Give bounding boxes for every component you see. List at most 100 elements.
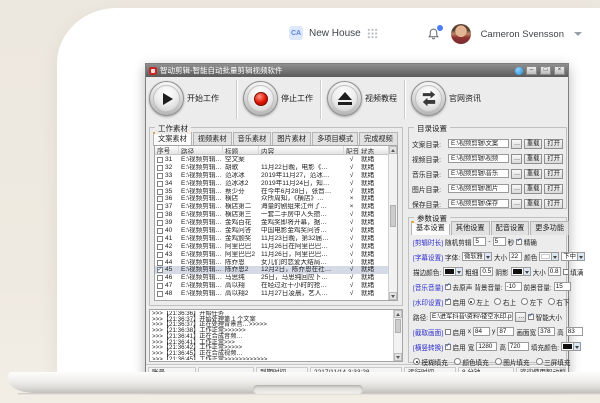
scroll-down-button[interactable] bbox=[389, 292, 397, 300]
row-checkbox[interactable] bbox=[157, 228, 163, 234]
params-tab[interactable]: 配音设置 bbox=[491, 221, 530, 235]
font-color-select[interactable] bbox=[539, 252, 559, 261]
table-scrollbar[interactable] bbox=[388, 146, 397, 300]
table-row[interactable]: 41 E:\视频剪辑… 金鸡颁奖 11月23日晚，第32届… √ 就绪 bbox=[155, 235, 388, 243]
video-tutorial-button[interactable]: 视频教程 bbox=[327, 81, 397, 116]
watermark-path-input[interactable]: E:\进军抖音\资料\镂空水印.png bbox=[430, 312, 513, 321]
convert-width-input[interactable]: 1280 bbox=[476, 342, 497, 351]
apps-grid-icon[interactable] bbox=[367, 28, 378, 39]
materials-tab[interactable]: 音乐素材 bbox=[233, 132, 272, 146]
table-row[interactable]: 31 E:\视频剪辑… 空文案 √ 就绪 bbox=[155, 156, 388, 164]
row-checkbox[interactable] bbox=[157, 173, 163, 179]
scroll-up-button[interactable] bbox=[389, 146, 397, 154]
workspace-switcher[interactable]: CA New House bbox=[289, 26, 378, 40]
precise-checkbox[interactable]: 精确 bbox=[516, 237, 537, 247]
fill-mode-option[interactable]: 图片填充 bbox=[495, 357, 530, 367]
fg-volume-input[interactable]: 15 bbox=[554, 282, 571, 291]
row-checkbox[interactable] bbox=[157, 267, 163, 273]
table-row[interactable]: 45 E:\视频剪辑… 陈乔恩2 12月2日，陈乔恩在社… √ 就绪 bbox=[155, 266, 388, 274]
crop-height-input[interactable]: 83 bbox=[566, 327, 583, 336]
crop-enable-checkbox[interactable]: 启用 bbox=[445, 327, 466, 337]
table-row[interactable]: 35 E:\视频剪辑… 蔡少芬 在今年6月28日，张晋… √ 就绪 bbox=[155, 188, 388, 196]
table-row[interactable]: 38 E:\视频剪辑… 横店第三 一套二手房中人头攒… √ 就绪 bbox=[155, 211, 388, 219]
materials-tab[interactable]: 完成视频 bbox=[359, 132, 398, 146]
crop-x-input[interactable]: 84 bbox=[473, 327, 490, 336]
table-row[interactable]: 34 E:\视频剪辑… 范冰冰2 2019年11月24日，知… √ 就绪 bbox=[155, 180, 388, 188]
crop-y-input[interactable]: 87 bbox=[497, 327, 514, 336]
clip-min-input[interactable]: 5 bbox=[473, 237, 486, 246]
log-scrollbar[interactable] bbox=[393, 310, 402, 361]
fill-mode-option[interactable]: 模糊填充 bbox=[413, 357, 448, 367]
row-checkbox[interactable] bbox=[157, 189, 163, 195]
directory-path-input[interactable]: E:\视频剪辑\图片 bbox=[448, 184, 509, 193]
browse-button[interactable]: … bbox=[511, 184, 522, 194]
stroke-color-select[interactable] bbox=[443, 267, 463, 276]
font-select[interactable]: 微软雅 bbox=[462, 252, 492, 261]
notification-bell-icon[interactable] bbox=[427, 27, 441, 42]
minimize-button[interactable]: – bbox=[526, 66, 537, 75]
row-checkbox[interactable] bbox=[157, 157, 163, 163]
table-row[interactable]: 33 E:\视频剪辑… 范冰冰 2019年11月27，范冰… √ 就绪 bbox=[155, 172, 388, 180]
browse-button[interactable]: … bbox=[511, 139, 522, 149]
row-checkbox[interactable] bbox=[157, 236, 163, 242]
clip-max-input[interactable]: 5 bbox=[493, 237, 506, 246]
row-checkbox[interactable] bbox=[157, 204, 163, 210]
directory-path-input[interactable]: E:\视频剪辑\视频 bbox=[448, 154, 509, 163]
row-checkbox[interactable] bbox=[157, 181, 163, 187]
shadow-size-input[interactable]: 0.8 bbox=[548, 267, 561, 276]
reload-button[interactable]: 重载 bbox=[524, 184, 543, 194]
table-row[interactable]: 47 E:\视频剪辑… 高以翔 在经过近十小时的抢… √ 就绪 bbox=[155, 282, 388, 290]
params-tab[interactable]: 其他设置 bbox=[451, 221, 490, 235]
open-button[interactable]: 打开 bbox=[544, 154, 563, 164]
watermark-position-option[interactable]: 右下 bbox=[548, 297, 570, 307]
row-checkbox[interactable] bbox=[157, 165, 163, 171]
start-work-button[interactable]: 开始工作 bbox=[149, 81, 219, 116]
open-button[interactable]: 打开 bbox=[544, 199, 563, 209]
table-row[interactable]: 42 E:\视频剪辑… 阿里巴巴 11月26日在阿里巴巴… √ 就绪 bbox=[155, 243, 388, 251]
materials-tab[interactable]: 视频素材 bbox=[193, 132, 232, 146]
directory-path-input[interactable]: E:\视频剪辑\文案 bbox=[448, 139, 509, 148]
col-dub[interactable]: 配音 bbox=[344, 146, 359, 154]
directory-path-input[interactable]: E:\视频剪辑\保存 bbox=[448, 199, 509, 208]
table-row[interactable]: 37 E:\视频剪辑… 横店第二 海量的剧组来江州了… × 就绪 bbox=[155, 203, 388, 211]
scroll-thumb[interactable] bbox=[390, 205, 396, 227]
row-checkbox[interactable] bbox=[157, 220, 163, 226]
row-checkbox[interactable] bbox=[157, 260, 163, 266]
avatar[interactable] bbox=[451, 24, 471, 44]
open-button[interactable]: 打开 bbox=[544, 139, 563, 149]
watermark-enable-checkbox[interactable]: 启用 bbox=[445, 297, 466, 307]
reload-button[interactable]: 重载 bbox=[524, 154, 543, 164]
table-row[interactable]: 32 E:\视频剪辑… 胡歌 11月22日晚，电影《… √ 就绪 bbox=[155, 164, 388, 172]
table-row[interactable]: 44 E:\视频剪辑… 陈乔恩 女儿们的恋爱大结局… √ 就绪 bbox=[155, 259, 388, 267]
stop-work-button[interactable]: 停止工作 bbox=[243, 81, 313, 116]
convert-enable-checkbox[interactable]: 启用 bbox=[445, 342, 466, 352]
table-row[interactable]: 39 E:\视频剪辑… 金鸡百花 金鸡奖即将开幕，据… √ 就绪 bbox=[155, 219, 388, 227]
window-titlebar[interactable]: 智动剪辑-智能自动批量剪辑视频软件 – □ × bbox=[146, 64, 568, 77]
watermark-position-option[interactable]: 左下 bbox=[521, 297, 543, 307]
directory-path-input[interactable]: E:\视频剪辑\音乐 bbox=[448, 169, 509, 178]
col-title[interactable]: 标题 bbox=[223, 146, 259, 154]
row-checkbox[interactable] bbox=[157, 283, 163, 289]
fill-mode-option[interactable]: 三屏填充 bbox=[536, 357, 571, 367]
materials-tab[interactable]: 文案素材 bbox=[153, 132, 192, 146]
fill-color-select[interactable] bbox=[561, 342, 581, 351]
browse-button[interactable]: … bbox=[511, 199, 522, 209]
messenger-icon[interactable] bbox=[515, 67, 523, 75]
reload-button[interactable]: 重载 bbox=[524, 199, 543, 209]
row-checkbox[interactable] bbox=[157, 244, 163, 250]
reload-button[interactable]: 重载 bbox=[524, 169, 543, 179]
close-button[interactable]: × bbox=[554, 66, 565, 75]
open-button[interactable]: 打开 bbox=[544, 184, 563, 194]
row-checkbox[interactable] bbox=[157, 196, 163, 202]
convert-height-input[interactable]: 720 bbox=[508, 342, 529, 351]
maximize-button[interactable]: □ bbox=[540, 66, 551, 75]
font-size-input[interactable]: 22 bbox=[509, 252, 522, 261]
watermark-position-option[interactable]: 右上 bbox=[494, 297, 516, 307]
bg-volume-input[interactable]: -10 bbox=[505, 282, 522, 291]
table-row[interactable]: 36 E:\视频剪辑… 横店 众所周知，《横店》… × 就绪 bbox=[155, 195, 388, 203]
website-news-button[interactable]: 官网资讯 bbox=[411, 81, 481, 116]
row-checkbox[interactable] bbox=[157, 291, 163, 297]
smart-size-checkbox[interactable]: 智能大小 bbox=[528, 312, 562, 322]
fill-checkbox[interactable]: 填满 bbox=[563, 267, 584, 277]
materials-tab[interactable]: 图片素材 bbox=[272, 132, 311, 146]
